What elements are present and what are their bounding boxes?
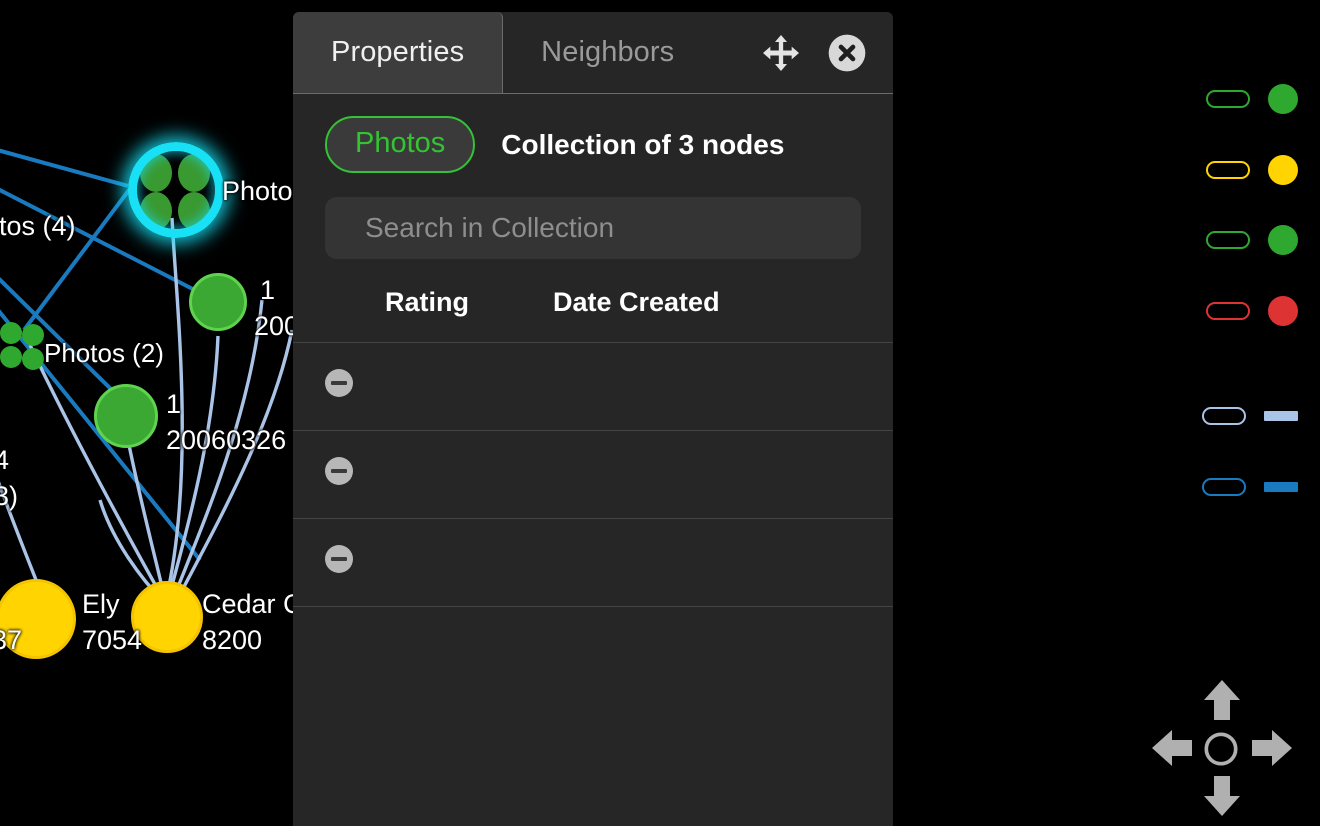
row-remove-button[interactable] (293, 519, 385, 607)
tabbar-spacer (712, 12, 761, 93)
panel-header: Photos Collection of 3 nodes (293, 94, 893, 173)
cell-rating (385, 431, 553, 519)
legend-node-chip[interactable] (1206, 231, 1250, 249)
tab-neighbors-label: Neighbors (541, 36, 674, 69)
legend-node-swatch (1268, 296, 1298, 326)
pan-right-button[interactable] (1248, 724, 1296, 777)
close-icon[interactable] (827, 33, 867, 73)
legend-node-swatch (1268, 84, 1298, 114)
graph-node-label: Photos (2) (44, 338, 164, 369)
tab-neighbors[interactable]: Neighbors (503, 12, 712, 93)
tab-properties[interactable]: Properties (293, 12, 503, 93)
panel-body: Photos Collection of 3 nodes Rating Date… (293, 94, 893, 607)
graph-node-label: 3) (0, 481, 18, 512)
legend-node-row[interactable] (1206, 225, 1298, 255)
move-icon-svg (761, 33, 801, 73)
cell-date-created (553, 519, 893, 607)
arrow-up-icon (1198, 676, 1246, 724)
legend-relationship-chip[interactable] (1202, 478, 1246, 496)
pan-down-button[interactable] (1198, 772, 1246, 825)
pan-controls (1148, 676, 1296, 820)
tab-properties-label: Properties (331, 36, 464, 69)
circle-icon (1200, 728, 1242, 770)
arrow-left-icon (1148, 724, 1196, 772)
cell-rating (385, 343, 553, 431)
graph-node-label: 1 (260, 275, 275, 306)
legend-relationship-row[interactable] (1202, 478, 1298, 496)
close-icon-svg (827, 33, 867, 73)
properties-table: Rating Date Created (293, 287, 893, 607)
column-header-action (293, 287, 385, 343)
graph-node-label: Cedar C (202, 589, 303, 620)
legend-relationship-swatch (1264, 482, 1298, 492)
legend-relationship-swatch (1264, 411, 1298, 421)
panel-title: Collection of 3 nodes (501, 129, 784, 161)
legend-node-row[interactable] (1206, 155, 1298, 185)
graph-node-cluster-photos-2[interactable] (22, 324, 44, 346)
search-input[interactable] (325, 197, 861, 259)
legend-node-chip[interactable] (1206, 90, 1250, 108)
panel-controls (761, 12, 893, 93)
legend-node-chip[interactable] (1206, 302, 1250, 320)
properties-table-head: Rating Date Created (293, 287, 893, 343)
graph-node-cluster-photos-2[interactable] (0, 346, 22, 368)
table-row[interactable] (293, 519, 893, 607)
legend-node-swatch (1268, 155, 1298, 185)
column-header-rating: Rating (385, 287, 553, 343)
node-type-chip[interactable]: Photos (325, 116, 475, 173)
graph-node-label: Ely (82, 589, 120, 620)
properties-table-body (293, 343, 893, 607)
legend-relationship-row[interactable] (1202, 407, 1298, 425)
row-remove-button[interactable] (293, 431, 385, 519)
legend-node-row[interactable] (1206, 296, 1298, 326)
graph-node-label: 37 (0, 625, 22, 656)
graph-node-selection-halo[interactable] (128, 142, 224, 238)
graph-node-photo[interactable] (94, 384, 158, 448)
panel-tabbar: Properties Neighbors (293, 12, 893, 94)
graph-node-label: tos (4) (0, 211, 76, 242)
properties-panel: Properties Neighbors (293, 12, 893, 826)
minus-circle-icon (325, 545, 353, 573)
minus-circle-icon (325, 457, 353, 485)
cell-date-created (553, 431, 893, 519)
graph-node-cluster-photos-2[interactable] (22, 348, 44, 370)
column-header-date-created: Date Created (553, 287, 893, 343)
pan-up-button[interactable] (1198, 676, 1246, 729)
graph-node-photo[interactable] (189, 273, 247, 331)
cell-rating (385, 519, 553, 607)
graph-node-label: 1 (166, 389, 181, 420)
cell-date-created (553, 343, 893, 431)
row-remove-button[interactable] (293, 343, 385, 431)
minus-circle-icon (325, 369, 353, 397)
search-container (293, 173, 893, 259)
app-root: Photos (3)tos (4)Photos (2)1200603261200… (0, 0, 1320, 826)
table-row[interactable] (293, 431, 893, 519)
legend-node-row[interactable] (1206, 84, 1298, 114)
graph-node-label: 7054 (82, 625, 142, 656)
legend-node-swatch (1268, 225, 1298, 255)
graph-node-label: 20060326 (166, 425, 286, 456)
arrow-right-icon (1248, 724, 1296, 772)
table-row[interactable] (293, 343, 893, 431)
arrow-down-icon (1198, 772, 1246, 820)
pan-left-button[interactable] (1148, 724, 1196, 777)
graph-node-cluster-photos-2[interactable] (0, 322, 22, 344)
graph-node-label: 8200 (202, 625, 262, 656)
table-header-row: Rating Date Created (293, 287, 893, 343)
reset-view-button[interactable] (1200, 728, 1242, 775)
move-icon[interactable] (761, 33, 801, 73)
legend-relationship-chip[interactable] (1202, 407, 1246, 425)
legend-node-chip[interactable] (1206, 161, 1250, 179)
graph-node-label: 4 (0, 445, 9, 476)
